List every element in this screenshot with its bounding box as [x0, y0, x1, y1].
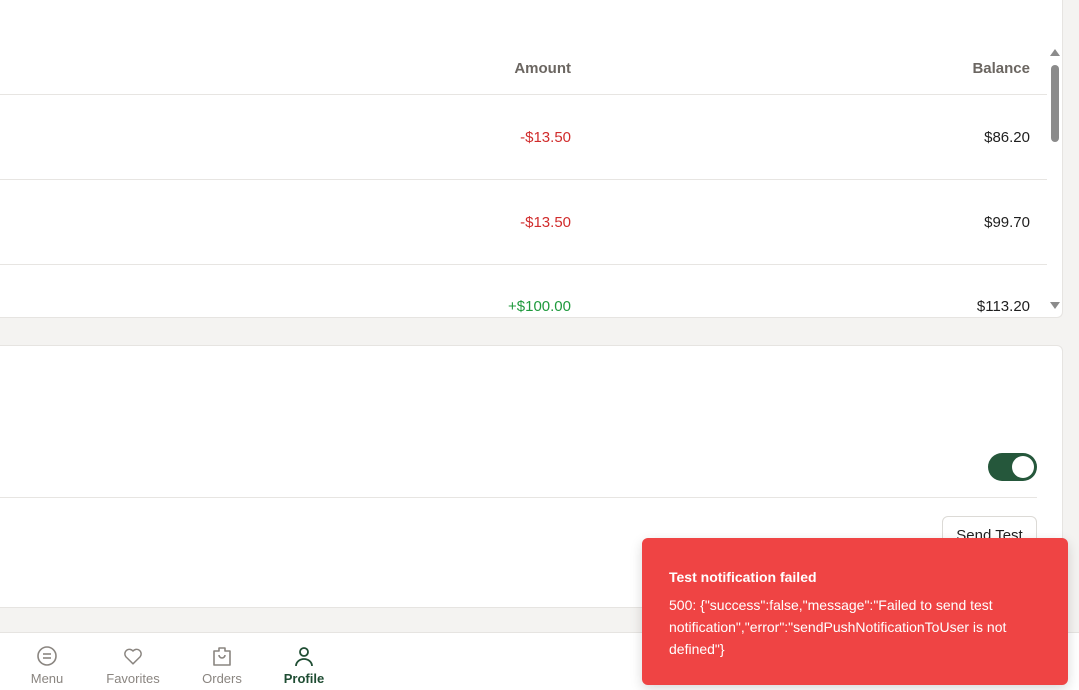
table-row: -$13.50 $99.70	[0, 180, 1047, 265]
divider	[0, 497, 1037, 498]
user-icon	[295, 647, 313, 667]
table-row: -$13.50 $86.20	[0, 95, 1047, 180]
scroll-down-arrow-icon[interactable]	[1050, 302, 1060, 309]
transaction-balance: $99.70	[984, 214, 1030, 231]
error-toast[interactable]: Test notification failed 500: {"success"…	[642, 538, 1068, 685]
nav-label: Menu	[30, 671, 64, 686]
nav-label: Profile	[283, 671, 325, 686]
balance-column-header: Balance	[972, 60, 1030, 77]
transactions-table: Amount Balance -$13.50 $86.20 -$13.50 $9…	[0, 0, 1063, 318]
toast-title: Test notification failed	[669, 569, 817, 585]
toggle-knob	[1012, 456, 1034, 478]
scroll-up-arrow-icon[interactable]	[1050, 49, 1060, 56]
toast-message: 500: {"success":false,"message":"Failed …	[669, 597, 1007, 657]
amount-column-header: Amount	[514, 60, 571, 77]
bag-icon	[213, 647, 231, 666]
transaction-amount: +$100.00	[508, 298, 571, 315]
menu-icon	[37, 646, 57, 666]
table-scrollbar[interactable]	[1048, 44, 1062, 314]
transaction-balance: $113.20	[976, 298, 1030, 315]
transaction-amount: -$13.50	[520, 129, 571, 146]
table-header: Amount Balance	[0, 0, 1047, 95]
table-row: +$100.00 $113.20	[0, 265, 1047, 317]
notifications-toggle[interactable]	[988, 453, 1037, 481]
nav-label: Favorites	[106, 671, 160, 686]
transaction-amount: -$13.50	[520, 214, 571, 231]
nav-item-favorites[interactable]: Favorites	[93, 633, 173, 690]
nav-item-orders[interactable]: Orders	[182, 633, 262, 690]
nav-label: Orders	[202, 671, 242, 686]
scroll-thumb[interactable]	[1051, 65, 1059, 142]
nav-item-profile[interactable]: Profile	[264, 633, 344, 690]
transaction-balance: $86.20	[984, 129, 1030, 146]
nav-item-menu[interactable]: Menu	[7, 633, 87, 690]
heart-icon	[124, 648, 142, 665]
